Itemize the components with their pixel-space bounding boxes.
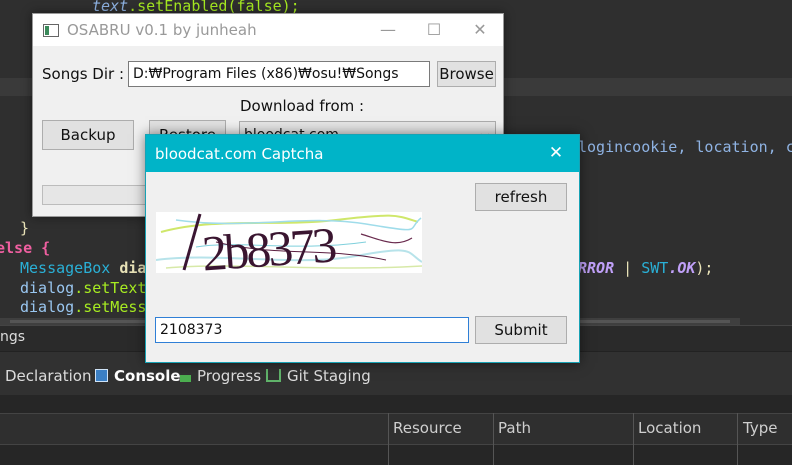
captcha-titlebar[interactable]: bloodcat.com Captcha ✕ bbox=[146, 135, 579, 172]
code-line-close-brace: } bbox=[20, 218, 29, 238]
code-token: | bbox=[614, 259, 642, 277]
captcha-text: 2b8373 bbox=[200, 216, 338, 273]
code-token: logincookie, location, c bbox=[578, 138, 792, 156]
captcha-dialog-title: bloodcat.com Captcha bbox=[155, 145, 324, 163]
tab-label: Declaration bbox=[5, 367, 92, 385]
progress-icon bbox=[180, 375, 191, 382]
code-token: .setMess bbox=[74, 298, 147, 316]
backup-button[interactable]: Backup bbox=[42, 120, 134, 150]
tab-label: Progress bbox=[197, 367, 262, 385]
column-divider[interactable] bbox=[737, 413, 738, 465]
tab-progress[interactable]: Progress bbox=[180, 367, 261, 385]
code-token: dia bbox=[119, 259, 147, 277]
app-window-icon bbox=[43, 24, 59, 37]
refresh-button[interactable]: refresh bbox=[475, 183, 567, 211]
minimize-icon: — bbox=[380, 20, 396, 39]
minimize-button[interactable]: — bbox=[365, 14, 411, 46]
songs-dir-field[interactable]: D:₩Program Files (x86)₩osu!₩Songs bbox=[128, 61, 430, 87]
code-token: MessageBox bbox=[20, 259, 111, 277]
code-line-messagebox-tail: RROR | SWT.OK); bbox=[578, 258, 713, 278]
code-token: SWT bbox=[641, 259, 669, 277]
code-token: dialog bbox=[20, 279, 75, 297]
column-header-path[interactable]: Path bbox=[498, 419, 531, 437]
git-staging-icon bbox=[266, 369, 281, 382]
code-token: .OK bbox=[668, 259, 696, 277]
songs-dir-label: Songs Dir : bbox=[42, 65, 125, 83]
column-header-location[interactable]: Location bbox=[638, 419, 701, 437]
editor-tab-partial[interactable]: ngs bbox=[0, 329, 25, 345]
table-header: Resource Path Location Type bbox=[0, 413, 792, 445]
code-line-args: logincookie, location, c bbox=[578, 137, 792, 157]
browse-button[interactable]: Browse bbox=[437, 61, 496, 87]
code-line-else: else { bbox=[0, 238, 50, 258]
captcha-image: 2b8373 bbox=[156, 212, 422, 273]
code-token: } bbox=[20, 219, 30, 237]
maximize-button[interactable]: ☐ bbox=[411, 14, 457, 46]
close-icon: ✕ bbox=[473, 20, 487, 39]
column-divider[interactable] bbox=[388, 413, 389, 465]
tab-declaration[interactable]: Declaration bbox=[5, 367, 91, 385]
tab-label: Console bbox=[114, 367, 181, 385]
column-divider[interactable] bbox=[493, 413, 494, 465]
code-token: ); bbox=[695, 259, 714, 277]
tab-label: Git Staging bbox=[287, 367, 371, 385]
code-token: dialog bbox=[20, 298, 75, 316]
close-button[interactable]: ✕ bbox=[457, 14, 503, 46]
submit-button[interactable]: Submit bbox=[475, 316, 567, 344]
captcha-input[interactable]: 2108373 bbox=[155, 317, 469, 343]
code-token: RROR bbox=[578, 259, 615, 277]
tab-git-staging[interactable]: Git Staging bbox=[266, 367, 371, 385]
captcha-dialog: bloodcat.com Captcha ✕ refresh 2b8373 21… bbox=[145, 134, 580, 363]
osabru-titlebar[interactable]: OSABRU v0.1 by junheah — ☐ ✕ bbox=[33, 14, 503, 46]
captcha-close-button[interactable]: ✕ bbox=[533, 135, 579, 172]
code-line-dialog-settext: dialog.setText bbox=[20, 278, 146, 298]
code-line-dialog-setmessage: dialog.setMess bbox=[20, 297, 146, 317]
tab-console[interactable]: Console bbox=[95, 367, 181, 385]
column-header-type[interactable]: Type bbox=[743, 419, 777, 437]
download-from-label: Download from : bbox=[240, 97, 365, 115]
code-token: .setText bbox=[74, 279, 147, 297]
close-icon: ✕ bbox=[548, 143, 564, 163]
osabru-window-title: OSABRU v0.1 by junheah bbox=[67, 21, 257, 39]
code-line-messagebox: MessageBox dia bbox=[20, 258, 146, 278]
console-icon bbox=[95, 369, 108, 382]
column-header-resource[interactable]: Resource bbox=[393, 419, 462, 437]
code-token: else { bbox=[0, 239, 51, 257]
maximize-icon: ☐ bbox=[426, 20, 442, 39]
column-divider[interactable] bbox=[633, 413, 634, 465]
